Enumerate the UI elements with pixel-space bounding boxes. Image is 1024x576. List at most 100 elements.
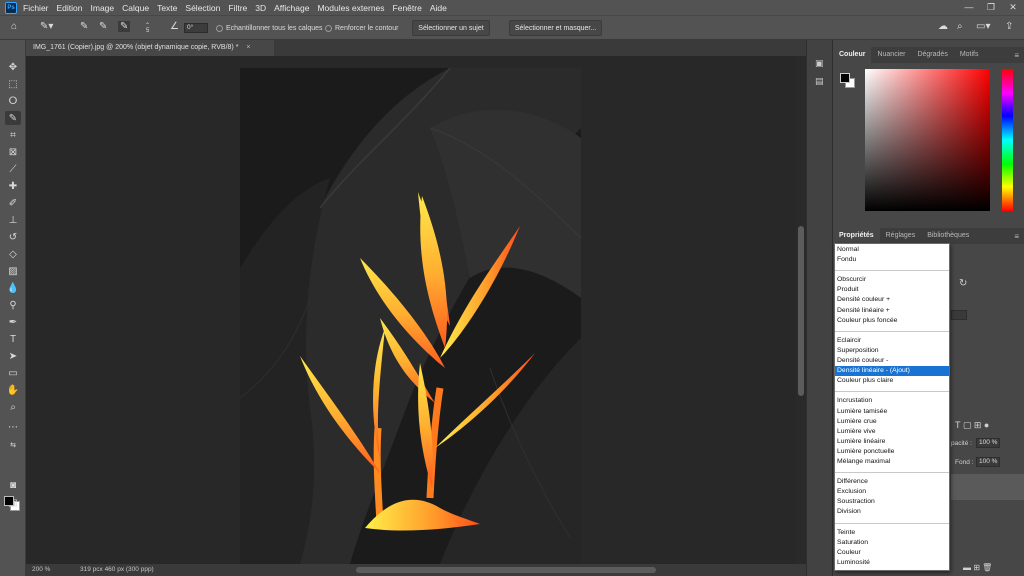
path-selection-tool-icon[interactable]: ➤ [5, 349, 21, 363]
sample-all-layers-checkbox[interactable]: Echantillonner tous les calques [216, 21, 323, 35]
menu-selection[interactable]: Sélection [185, 3, 220, 13]
document-image[interactable] [240, 68, 581, 564]
menu-modules-externes[interactable]: Modules externes [317, 3, 384, 13]
canvas-area[interactable] [26, 56, 806, 564]
search-icon[interactable]: ⌕ [957, 21, 963, 32]
gradient-tool-icon[interactable]: ▨ [5, 264, 21, 278]
add-selection-brush-icon[interactable]: ✎ [99, 21, 107, 32]
menu-affichage[interactable]: Affichage [274, 3, 309, 13]
share-cloud-icon[interactable]: ☁ [938, 21, 948, 32]
menu-aide[interactable]: Aide [430, 3, 447, 13]
blend-mode-option[interactable]: Lumière tamisée [835, 407, 949, 417]
history-panel-icon[interactable]: ▣ [815, 58, 826, 68]
document-tab[interactable]: IMG_1761 (Copier).jpg @ 200% (objet dyna… [26, 40, 274, 56]
blend-mode-option[interactable]: Lumière crue [835, 417, 949, 427]
layer-row-selected[interactable] [951, 474, 1024, 500]
properties-panel-menu-icon[interactable]: ≡ [1014, 232, 1019, 241]
blend-mode-option[interactable]: Exclusion [835, 487, 949, 497]
blend-mode-option[interactable]: Fondu [835, 255, 949, 265]
quick-selection-tool-icon[interactable]: ✎ [5, 111, 21, 125]
share-icon[interactable]: ⇪ [1005, 21, 1013, 32]
blend-mode-option[interactable]: Luminosité [835, 558, 949, 568]
blend-mode-option[interactable]: Eclaircir [835, 336, 949, 346]
pen-tool-icon[interactable]: ✒ [5, 315, 21, 329]
hidden-field[interactable] [951, 310, 967, 320]
blend-mode-option[interactable]: Teinte [835, 528, 949, 538]
blend-mode-option[interactable]: Densité couleur - [835, 356, 949, 366]
crop-tool-icon[interactable]: ⌗ [5, 128, 21, 142]
marquee-tool-icon[interactable]: ⬚ [5, 77, 21, 91]
tab-motifs[interactable]: Motifs [954, 47, 985, 63]
blend-mode-option[interactable]: Saturation [835, 538, 949, 548]
menu-image[interactable]: Image [91, 3, 115, 13]
color-panel-foreground[interactable] [840, 73, 850, 83]
menu-3d[interactable]: 3D [255, 3, 266, 13]
blend-mode-option[interactable]: Superposition [835, 346, 949, 356]
blend-mode-option[interactable]: Couleur plus foncée [835, 316, 949, 326]
brush-picker[interactable]: 5 ⌃ [145, 18, 150, 35]
reset-icon[interactable]: ↻ [959, 278, 967, 289]
default-colors-icon[interactable]: ⇆ [5, 438, 21, 452]
menu-fichier[interactable]: Fichier [23, 3, 49, 13]
lasso-tool-icon[interactable]: ⵔ [5, 94, 21, 108]
select-and-mask-button[interactable]: Sélectionner et masquer... [509, 20, 602, 36]
hand-tool-icon[interactable]: ✋ [5, 383, 21, 397]
blend-mode-option[interactable]: Densité couleur + [835, 295, 949, 305]
tab-couleur[interactable]: Couleur [833, 47, 872, 63]
menu-calque[interactable]: Calque [122, 3, 149, 13]
eyedropper-tool-icon[interactable]: ⟋ [5, 162, 21, 176]
color-panel-menu-icon[interactable]: ≡ [1014, 51, 1019, 60]
tab-proprietes[interactable]: Propriétés [833, 228, 880, 244]
new-selection-brush-icon[interactable]: ✎ [80, 21, 88, 32]
vertical-scroll-thumb[interactable] [798, 226, 804, 396]
blend-mode-option[interactable]: Incrustation [835, 396, 949, 406]
layer-actions-icons[interactable]: ▬ ⊞ 🗑 [963, 563, 992, 572]
blend-mode-option[interactable]: Division [835, 507, 949, 517]
opacity-field[interactable]: 100 % [976, 438, 1000, 448]
shape-tool-icon[interactable]: ▭ [5, 366, 21, 380]
dodge-tool-icon[interactable]: ⚲ [5, 298, 21, 312]
blend-mode-option[interactable]: Obscurcir [835, 275, 949, 285]
enhance-edge-checkbox[interactable]: Renforcer le contour [325, 21, 398, 35]
workspace-icon[interactable]: ▭▾ [976, 21, 990, 32]
blend-mode-dropdown[interactable]: Normal Fondu Obscurcir Produit Densité coule… [834, 243, 950, 571]
blend-mode-option[interactable]: Mélange maximal [835, 457, 949, 467]
subtract-selection-brush-icon[interactable]: ✎ [118, 21, 131, 32]
restore-button[interactable]: ❐ [980, 0, 1002, 15]
tab-degrades[interactable]: Dégradés [911, 47, 953, 63]
angle-field[interactable]: 0° [184, 23, 208, 33]
quick-selection-preset-icon[interactable]: ✎▾ [40, 21, 53, 32]
hue-slider[interactable] [1002, 69, 1013, 211]
menu-texte[interactable]: Texte [157, 3, 177, 13]
blend-mode-option[interactable]: Normal [835, 245, 949, 255]
close-window-button[interactable]: ✕ [1002, 0, 1024, 15]
document-size[interactable]: 319 pcx 460 px (300 ppp) [80, 566, 154, 573]
tab-bibliotheques[interactable]: Bibliothèques [921, 228, 975, 244]
blend-mode-option[interactable]: Produit [835, 285, 949, 295]
fill-field[interactable]: 100 % [976, 457, 1000, 467]
menu-filtre[interactable]: Filtre [228, 3, 247, 13]
clone-stamp-tool-icon[interactable]: ⊥ [5, 213, 21, 227]
zoom-tool-icon[interactable]: ⌕ [5, 400, 21, 414]
close-document-icon[interactable]: × [246, 44, 250, 51]
quick-mask-icon[interactable]: ◙ [5, 478, 21, 492]
tab-reglages[interactable]: Réglages [880, 228, 922, 244]
brush-tool-icon[interactable]: ✐ [5, 196, 21, 210]
zoom-level[interactable]: 200 % [32, 566, 50, 573]
blend-mode-option[interactable]: Lumière linéaire [835, 437, 949, 447]
minimize-button[interactable]: — [958, 0, 980, 15]
select-subject-button[interactable]: Sélectionner un sujet [412, 20, 490, 36]
horizontal-scroll-thumb[interactable] [356, 567, 656, 573]
home-icon[interactable]: ⌂ [11, 21, 17, 32]
color-picker-field[interactable] [865, 69, 990, 211]
eraser-tool-icon[interactable]: ◇ [5, 247, 21, 261]
blend-mode-option[interactable]: Couleur plus claire [835, 376, 949, 386]
blend-mode-option[interactable]: Lumière vive [835, 427, 949, 437]
blend-mode-option[interactable]: Différence [835, 477, 949, 487]
comments-panel-icon[interactable]: ▤ [815, 76, 826, 86]
menu-fenetre[interactable]: Fenêtre [393, 3, 422, 13]
frame-tool-icon[interactable]: ⊠ [5, 145, 21, 159]
blend-mode-option[interactable]: Couleur [835, 548, 949, 558]
move-tool-icon[interactable]: ✥ [5, 60, 21, 74]
history-brush-tool-icon[interactable]: ↺ [5, 230, 21, 244]
